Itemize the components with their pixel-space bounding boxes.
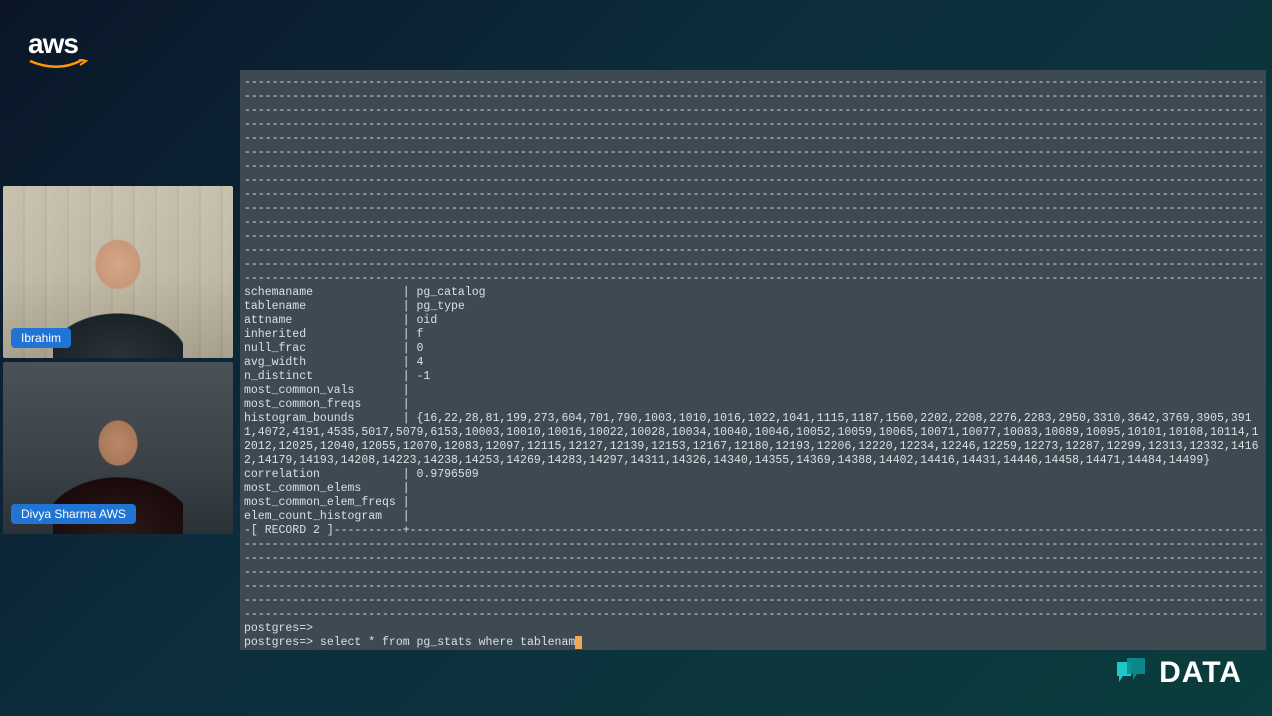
- terminal-separator: ----------------------------------------…: [244, 146, 1262, 160]
- terminal-row: most_common_elem_freqs |: [244, 496, 1262, 510]
- aws-logo: aws: [28, 28, 88, 78]
- terminal-cursor: [575, 636, 582, 649]
- terminal-row: elem_count_histogram |: [244, 510, 1262, 524]
- presenter-video-2: Divya Sharma AWS: [3, 362, 233, 534]
- terminal-row: schemaname | pg_catalog: [244, 286, 1262, 300]
- terminal-separator: ----------------------------------------…: [244, 160, 1262, 174]
- terminal-row: tablename | pg_type: [244, 300, 1262, 314]
- aws-logo-text: aws: [28, 28, 88, 60]
- terminal-separator: ----------------------------------------…: [244, 552, 1262, 566]
- terminal-separator: ----------------------------------------…: [244, 538, 1262, 552]
- terminal-separator: ----------------------------------------…: [244, 230, 1262, 244]
- terminal-separator: ----------------------------------------…: [244, 272, 1262, 286]
- terminal-separator: ----------------------------------------…: [244, 90, 1262, 104]
- data-logo: DATA: [1113, 656, 1242, 690]
- terminal-row: null_frac | 0: [244, 342, 1262, 356]
- terminal-separator: ----------------------------------------…: [244, 174, 1262, 188]
- terminal-separator: ----------------------------------------…: [244, 188, 1262, 202]
- presenter-name-badge: Ibrahim: [11, 328, 71, 348]
- terminal-prompt-active[interactable]: postgres=> select * from pg_stats where …: [244, 636, 1262, 650]
- terminal-row: attname | oid: [244, 314, 1262, 328]
- terminal-separator: ----------------------------------------…: [244, 202, 1262, 216]
- presenter-video-1: Ibrahim: [3, 186, 233, 358]
- aws-smile-icon: [28, 59, 88, 73]
- chat-bubble-icon: [1113, 658, 1149, 688]
- terminal-row: n_distinct | -1: [244, 370, 1262, 384]
- presenter-name-badge: Divya Sharma AWS: [11, 504, 136, 524]
- video-thumbnail: Divya Sharma AWS: [3, 362, 233, 534]
- terminal-separator: ----------------------------------------…: [244, 132, 1262, 146]
- terminal-row: most_common_vals |: [244, 384, 1262, 398]
- terminal-row: most_common_freqs |: [244, 398, 1262, 412]
- terminal-separator: ----------------------------------------…: [244, 104, 1262, 118]
- terminal-separator: ----------------------------------------…: [244, 580, 1262, 594]
- terminal-row-histogram: histogram_bounds | {16,22,28,81,199,273,…: [244, 412, 1262, 468]
- data-logo-text: DATA: [1159, 656, 1242, 690]
- video-thumbnail: Ibrahim: [3, 186, 233, 358]
- terminal-separator: ----------------------------------------…: [244, 258, 1262, 272]
- terminal-separator: ----------------------------------------…: [244, 594, 1262, 608]
- terminal-row: inherited | f: [244, 328, 1262, 342]
- terminal-separator: ----------------------------------------…: [244, 76, 1262, 90]
- terminal-separator: ----------------------------------------…: [244, 244, 1262, 258]
- terminal-separator: ----------------------------------------…: [244, 118, 1262, 132]
- presenter-avatar: [53, 228, 183, 358]
- terminal-separator: ----------------------------------------…: [244, 216, 1262, 230]
- terminal-row: correlation | 0.9796509: [244, 468, 1262, 482]
- terminal-separator: ----------------------------------------…: [244, 608, 1262, 622]
- terminal-separator: ----------------------------------------…: [244, 566, 1262, 580]
- terminal-row: most_common_elems |: [244, 482, 1262, 496]
- terminal-row: avg_width | 4: [244, 356, 1262, 370]
- terminal-prompt: postgres=>: [244, 622, 1262, 636]
- record-separator: -[ RECORD 2 ]----------+----------------…: [244, 524, 1262, 538]
- terminal-window[interactable]: ----------------------------------------…: [240, 70, 1266, 650]
